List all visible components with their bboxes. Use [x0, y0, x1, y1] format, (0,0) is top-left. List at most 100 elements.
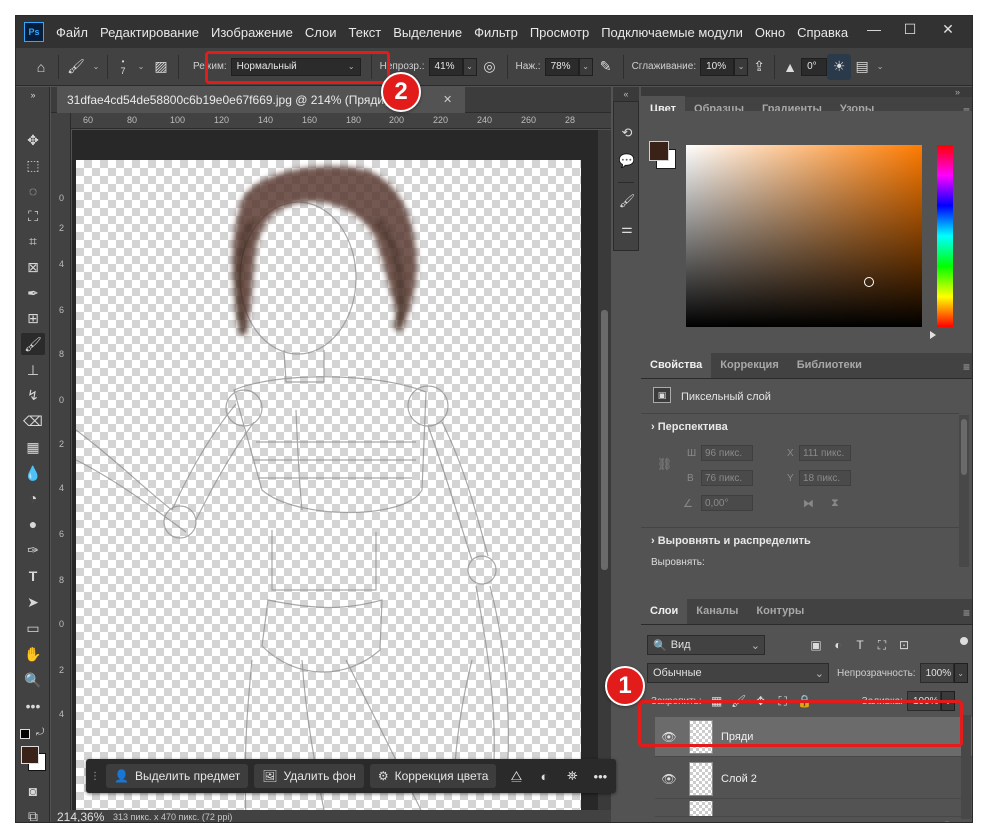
path-select-tool-icon[interactable]: ➤: [21, 591, 45, 613]
default-colors-icon[interactable]: [20, 729, 30, 739]
filter-smart-icon[interactable]: ⊡: [893, 635, 915, 655]
collapse-icon[interactable]: »: [21, 89, 45, 101]
move-tool-icon[interactable]: ✥: [21, 129, 45, 151]
close-window-button[interactable]: ✕: [930, 16, 966, 42]
history-icon[interactable]: ⟲: [616, 122, 638, 144]
menu-window[interactable]: Окно: [749, 25, 791, 40]
angle-input[interactable]: 0°: [801, 57, 828, 76]
properties-scrollbar[interactable]: [959, 415, 969, 567]
lock-position-icon[interactable]: ✥: [750, 691, 772, 711]
color-correction-button[interactable]: ⚙ Коррекция цвета: [369, 764, 497, 788]
layer-row-partial[interactable]: [655, 801, 972, 817]
smoothing-options-icon[interactable]: ⇪: [748, 54, 770, 80]
delete-layer-icon[interactable]: 🗑: [934, 821, 960, 822]
layers-scrollbar[interactable]: [961, 715, 971, 822]
new-layer-icon[interactable]: ⊞: [908, 821, 934, 822]
pen-tool-icon[interactable]: ✑: [21, 539, 45, 561]
crop-tool-icon[interactable]: ⌗: [21, 230, 45, 252]
canvas[interactable]: [75, 160, 581, 810]
visibility-eye-icon[interactable]: 👁: [655, 730, 683, 744]
eraser-tool-icon[interactable]: ⌫: [21, 410, 45, 432]
quick-mask-icon[interactable]: ◙: [21, 780, 45, 802]
filter-pixel-icon[interactable]: ▣: [805, 635, 827, 655]
adjustment-layer-icon[interactable]: ◐: [856, 821, 882, 822]
scrollbar-thumb[interactable]: [601, 310, 608, 570]
blend-mode-select[interactable]: Нормальный ⌄: [230, 57, 361, 76]
menu-edit[interactable]: Редактирование: [94, 25, 205, 40]
zoom-level[interactable]: 214,36%: [51, 810, 113, 822]
add-mask-icon[interactable]: ◙: [830, 821, 856, 822]
brush-settings-icon[interactable]: ▨: [148, 54, 174, 80]
select-subject-button[interactable]: 👤 Выделить предмет: [106, 764, 249, 788]
menu-filter[interactable]: Фильтр: [468, 25, 524, 40]
hand-tool-icon[interactable]: ✋: [21, 643, 45, 665]
filter-shape-icon[interactable]: ⛶: [871, 635, 893, 655]
menu-select[interactable]: Выделение: [387, 25, 468, 40]
swap-colors-icon[interactable]: ⤾: [36, 727, 44, 738]
x-field[interactable]: 111 пикс.: [799, 445, 851, 461]
layer-row-pryadi[interactable]: 👁 Пряди: [655, 717, 972, 757]
foreground-color-swatch[interactable]: [21, 746, 39, 764]
menu-type[interactable]: Текст: [343, 25, 388, 40]
minimize-button[interactable]: —: [856, 16, 892, 42]
opacity-dropdown[interactable]: ⌄: [462, 57, 477, 76]
object-select-tool-icon[interactable]: ⛶: [21, 205, 45, 227]
more-tools-icon[interactable]: •••: [21, 695, 45, 717]
layer-opacity-input[interactable]: 100%: [919, 663, 954, 683]
menu-plugins[interactable]: Подключаемые модули: [595, 25, 749, 40]
align-section-title[interactable]: › Выровнять и распределить: [651, 535, 811, 547]
generate-icon[interactable]: ⛯: [558, 764, 586, 788]
tab-layers[interactable]: Слои: [641, 598, 688, 624]
history-brush-tool-icon[interactable]: ↯: [21, 384, 45, 406]
more-options-button[interactable]: •••: [586, 764, 614, 788]
healing-tool-icon[interactable]: ⊞: [21, 307, 45, 329]
perspective-section-title[interactable]: › Перспектива: [651, 421, 728, 433]
layer-style-icon[interactable]: fx: [804, 821, 830, 822]
maximize-button[interactable]: ☐: [892, 16, 928, 42]
lock-artboard-icon[interactable]: ⛶: [772, 691, 794, 711]
menu-file[interactable]: Файл: [50, 25, 94, 40]
drag-handle-icon[interactable]: ⋮: [90, 764, 100, 788]
new-group-icon[interactable]: ▭: [882, 821, 908, 822]
foreground-color-swatch[interactable]: [649, 141, 669, 161]
close-document-icon[interactable]: ✕: [443, 93, 452, 106]
tab-adjustments[interactable]: Коррекция: [711, 352, 787, 378]
chevron-down-icon[interactable]: ⌄: [134, 58, 148, 76]
layer-opacity-dropdown[interactable]: ⌄: [953, 663, 968, 683]
opacity-input[interactable]: 41%: [428, 57, 463, 76]
menu-layers[interactable]: Слои: [299, 25, 343, 40]
hue-slider-marker[interactable]: [930, 331, 936, 339]
pressure-opacity-icon[interactable]: ◎: [477, 54, 503, 80]
lock-all-icon[interactable]: 🔒: [794, 691, 816, 711]
color-picker-cursor[interactable]: [864, 277, 874, 287]
tab-libraries[interactable]: Библиотеки: [788, 352, 871, 378]
visibility-eye-icon[interactable]: 👁: [655, 772, 683, 786]
lasso-tool-icon[interactable]: ◌: [21, 180, 45, 202]
collapse-panels-icon[interactable]: «: [613, 87, 639, 101]
lock-pixels-icon[interactable]: 🖌: [728, 691, 750, 711]
home-icon[interactable]: ⌂: [28, 54, 54, 80]
filter-toggle[interactable]: [959, 635, 969, 655]
menu-image[interactable]: Изображение: [205, 25, 299, 40]
filter-type-icon[interactable]: T: [849, 635, 871, 655]
gradient-tool-icon[interactable]: ▦: [21, 436, 45, 458]
flow-dropdown[interactable]: ⌄: [578, 57, 593, 76]
chevron-down-icon[interactable]: ⌄: [873, 58, 887, 76]
link-icon[interactable]: ⛓: [657, 457, 672, 471]
canvas-area[interactable]: [72, 130, 598, 810]
brush-settings-panel-icon[interactable]: 🖌: [616, 190, 638, 212]
brush-tool-icon[interactable]: 🖌: [21, 333, 45, 355]
lock-transparency-icon[interactable]: ▦: [706, 691, 728, 711]
eyedropper-tool-icon[interactable]: ✒: [21, 282, 45, 304]
chevron-down-icon[interactable]: ⌄: [89, 58, 103, 76]
canvas-scrollbar[interactable]: [598, 130, 611, 810]
flow-input[interactable]: 78%: [544, 57, 579, 76]
hue-slider[interactable]: [937, 145, 953, 327]
height-field[interactable]: 76 пикс.: [701, 470, 753, 486]
dodge-tool-icon[interactable]: ◔: [21, 487, 45, 509]
flip-horizontal-icon[interactable]: ⧓: [803, 497, 814, 510]
color-picker-field[interactable]: [686, 145, 922, 327]
layer-filter-select[interactable]: 🔍 Вид ⌄: [647, 635, 765, 655]
angle-field[interactable]: 0,00°: [701, 495, 753, 511]
airbrush-icon[interactable]: ✎: [593, 54, 619, 80]
